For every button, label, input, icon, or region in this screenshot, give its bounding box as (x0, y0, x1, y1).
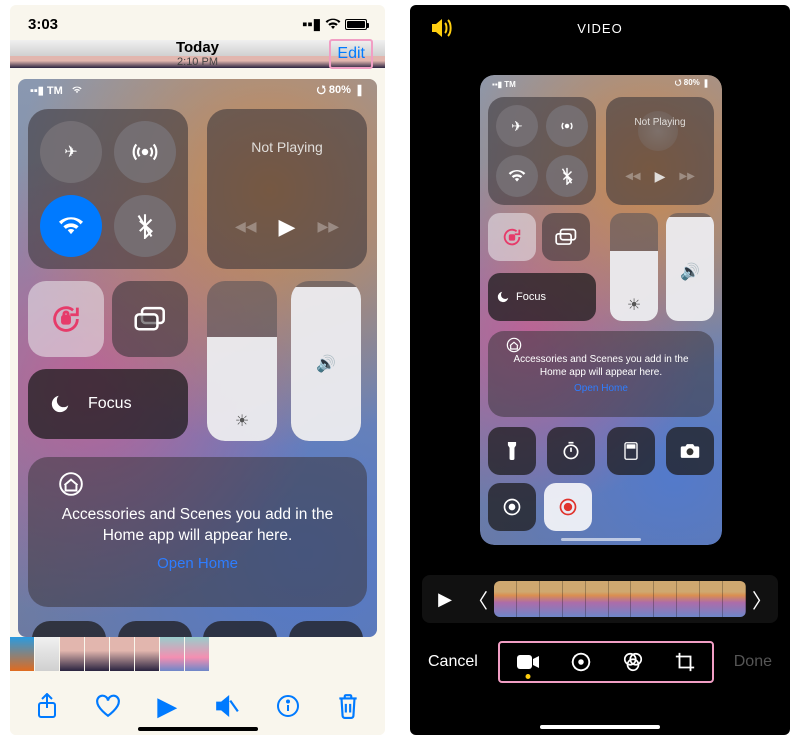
screen-mirroring-mini (542, 213, 590, 261)
focus-button-mini: Focus (488, 273, 596, 321)
thumbnail[interactable] (35, 637, 59, 671)
wifi-icon-mini (496, 155, 538, 197)
orientation-lock-button[interactable] (28, 281, 104, 357)
prev-track-icon[interactable]: ◀◀ (235, 218, 257, 235)
crop-tab[interactable] (674, 651, 696, 673)
quick-buttons-row2-mini (488, 483, 714, 531)
play-icon[interactable]: ▶ (279, 214, 296, 240)
thumbnail-strip[interactable] (10, 637, 385, 671)
calculator-mini (607, 427, 655, 475)
thumbnail[interactable] (85, 637, 109, 671)
video-tab[interactable] (516, 653, 540, 671)
mute-button[interactable] (214, 694, 240, 718)
focus-label: Focus (88, 395, 132, 413)
quick-buttons-mini (488, 427, 714, 475)
focus-button[interactable]: Focus (28, 369, 188, 439)
trim-handle-right[interactable]: 〉 (752, 585, 772, 614)
connectivity-panel-mini: ✈ (488, 97, 596, 205)
orientation-lock-mini (488, 213, 536, 261)
info-button[interactable] (276, 694, 300, 718)
media-panel-mini: Not Playing ◀◀▶▶▶ (606, 97, 714, 205)
status-right: ▪▪▮ (302, 15, 367, 33)
connectivity-panel[interactable]: ✈ (28, 109, 188, 269)
video-editor-screen: VIDEO ▪▪▮ TM ⭯ 80% ▮ ✈ Not Playing ◀◀▶▶▶ (410, 5, 790, 735)
timer-mini (547, 427, 595, 475)
delete-button[interactable] (337, 693, 359, 719)
nav-header: ‹ Today 2:10 PM Edit (10, 33, 385, 75)
status-bar: 3:03 ▪▪▮ (10, 5, 385, 33)
home-indicator[interactable] (138, 727, 258, 731)
filters-tab[interactable] (622, 651, 644, 673)
volume-slider-mini: 🔊 (666, 213, 714, 321)
thumbnail[interactable] (135, 637, 159, 671)
quick-buttons-row (28, 621, 367, 637)
flashlight-mini (488, 427, 536, 475)
editor-preview[interactable]: ▪▪▮ TM ⭯ 80% ▮ ✈ Not Playing ◀◀▶▶▶ ☀ 🔊 (480, 75, 722, 545)
open-home-link[interactable]: Open Home (58, 555, 337, 572)
editor-header: VIDEO (410, 5, 790, 51)
home-icon (58, 471, 337, 497)
share-button[interactable] (36, 693, 58, 719)
adjust-tab[interactable] (570, 651, 592, 673)
play-button[interactable]: ▶ (157, 691, 177, 722)
sound-toggle-button[interactable] (430, 18, 454, 38)
now-playing-label: Not Playing (251, 139, 323, 155)
airplane-mode-button[interactable]: ✈ (40, 121, 102, 183)
bluetooth-icon-mini (546, 155, 588, 197)
photos-preview-screen: 3:03 ▪▪▮ ‹ Today 2:10 PM Edit ▪▪▮ TM (10, 5, 385, 735)
camera-mini (666, 427, 714, 475)
moon-icon (42, 386, 78, 422)
thumbnail[interactable] (60, 637, 84, 671)
brightness-icon: ☀ (235, 411, 249, 431)
bluetooth-button[interactable] (114, 195, 176, 257)
favorite-button[interactable] (95, 694, 121, 718)
thumbnail[interactable] (10, 637, 34, 671)
timeline-frames[interactable] (494, 581, 746, 617)
thumbnail[interactable] (110, 637, 134, 671)
media-panel[interactable]: Not Playing ◀◀ ▶ ▶▶ (207, 109, 367, 269)
timeline-scrubber[interactable]: ▶ 〈 〉 (422, 575, 778, 623)
volume-icon: 🔊 (316, 354, 336, 374)
screen-mirroring-button[interactable] (112, 281, 188, 357)
video-preview[interactable]: ▪▪▮ TM ⭯ 80% ▮ ✈ (18, 79, 377, 637)
wifi-button[interactable] (40, 195, 102, 257)
timeline-play-button[interactable]: ▶ (428, 589, 462, 610)
cellular-data-button[interactable] (114, 121, 176, 183)
signal-icon: ▪▪▮ (302, 15, 321, 33)
home-indicator[interactable] (540, 725, 660, 729)
editor-toolbar: Cancel Done (428, 637, 772, 687)
cancel-button[interactable]: Cancel (428, 653, 478, 671)
camera-button[interactable] (289, 621, 363, 637)
home-indicator-mini (561, 538, 641, 541)
clock: 3:03 (28, 16, 58, 33)
magnifier-mini (488, 483, 536, 531)
thumbnail[interactable] (160, 637, 184, 671)
cc-status-bar: ▪▪▮ TM ⭯ 80% ▮ (18, 79, 377, 101)
brightness-slider[interactable]: ☀ (207, 281, 277, 441)
edit-button[interactable]: Edit (329, 39, 373, 69)
home-text: Accessories and Scenes you add in the Ho… (58, 505, 337, 547)
battery-icon (345, 19, 367, 30)
calculator-button[interactable] (203, 621, 277, 637)
done-button[interactable]: Done (734, 653, 772, 671)
timer-button[interactable] (118, 621, 192, 637)
cc-status-bar-mini: ▪▪▮ TM ⭯ 80% ▮ (480, 75, 722, 93)
edit-mode-tabs (498, 641, 714, 683)
next-track-icon[interactable]: ▶▶ (317, 218, 339, 235)
brightness-slider-mini: ☀ (610, 213, 658, 321)
screen-record-mini (544, 483, 592, 531)
airplane-mode-icon: ✈ (496, 105, 538, 147)
thumbnail[interactable] (185, 637, 209, 671)
home-panel[interactable]: Accessories and Scenes you add in the Ho… (28, 457, 367, 607)
flashlight-button[interactable] (32, 621, 106, 637)
home-panel-mini: Accessories and Scenes you add in the Ho… (488, 331, 714, 417)
cellular-icon (546, 105, 588, 147)
editor-title: VIDEO (577, 21, 622, 36)
trim-handle-left[interactable]: 〈 (468, 585, 488, 614)
wifi-icon (325, 18, 341, 30)
volume-slider[interactable]: 🔊 (291, 281, 361, 441)
